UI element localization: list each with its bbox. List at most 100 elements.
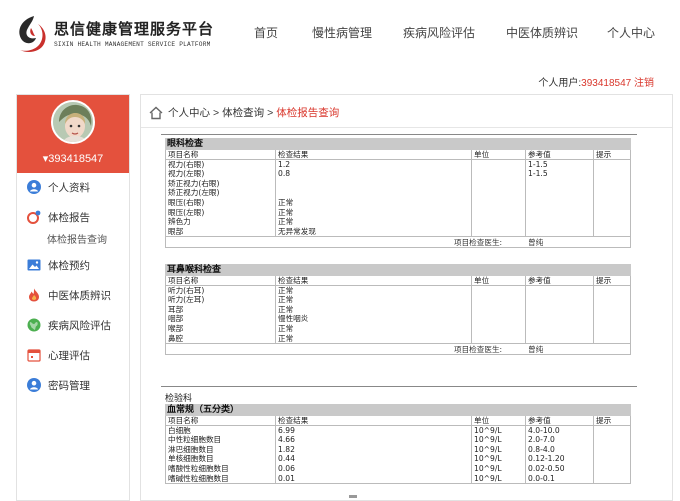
table-cell <box>526 178 594 189</box>
column-header: 提示 <box>596 276 612 285</box>
eye-rows: 视力(右眼) 1.2 1-1.5 视力(左眼) 0.8 1-1.5 矫正视力(右眼) 矫正视力… <box>166 159 632 237</box>
nav-risk-assessment[interactable]: 疾病风险评估 <box>403 24 475 41</box>
dept-divider <box>161 134 637 135</box>
table-cell: 正常 <box>276 285 472 296</box>
nav-home[interactable]: 首页 <box>254 24 278 41</box>
table-row: 白细胞 6.99 10^9/L 4.0-10.0 <box>166 425 630 436</box>
sidebar-item-label: 个人资料 <box>48 181 90 194</box>
table-cell: 白细胞 <box>166 425 276 436</box>
calendar-icon <box>27 349 41 362</box>
table-cell: 视力(左眼) <box>166 169 276 179</box>
exam-grid: 项目名称 检查结果 单位 参考值 提示 视力(右眼) 1.2 1-1.5 视力(左眼)… <box>165 150 632 249</box>
sidebar-item-password[interactable]: 密码管理 <box>27 377 90 393</box>
doctor-name: 曾纯 <box>528 238 544 248</box>
column-header: 检查结果 <box>276 416 472 425</box>
blood-rows: 白细胞 6.99 10^9/L 4.0-10.0 中性粒细胞数目 4.66 10^9/L 2.… <box>166 425 632 484</box>
table-cell: 1.82 <box>276 444 472 455</box>
avatar[interactable] <box>51 100 95 144</box>
user-lock-icon <box>27 378 41 392</box>
table-header-row: 项目名称 检查结果 单位 参考值 提示 <box>166 416 630 426</box>
sidebar-item-psych[interactable]: 心理评估 <box>27 347 90 363</box>
table-cell: 1-1.5 <box>526 159 594 170</box>
column-header: 项目名称 <box>166 416 276 425</box>
breadcrumb-separator: > <box>267 106 274 119</box>
sidebar-item-profile[interactable]: 个人资料 <box>27 179 90 195</box>
table-cell: 1-1.5 <box>526 169 594 179</box>
sidebar-username[interactable]: ▾393418547 <box>17 152 129 165</box>
table-row: 咽部 慢性咽炎 <box>166 314 630 324</box>
sidebar-item-appointment[interactable]: 体检预约 <box>27 257 90 273</box>
user-id: 393418547 <box>581 78 632 89</box>
doctor-row: 项目检查医生: 曾纯 <box>166 343 630 354</box>
table-row: 中性粒细胞数目 4.66 10^9/L 2.0-7.0 <box>166 435 630 445</box>
table-cell <box>526 323 594 334</box>
column-header: 检查结果 <box>276 276 472 285</box>
nav-chronic-disease[interactable]: 慢性病管理 <box>312 24 372 41</box>
table-cell <box>472 295 526 305</box>
logout-link[interactable]: 注销 <box>634 78 654 89</box>
table-cell: 正常 <box>276 333 472 344</box>
table-cell <box>526 197 594 208</box>
table-cell <box>594 179 632 189</box>
exam-grid: 项目名称 检查结果 单位 参考值 提示 听力(右耳) 正常 听力(左耳) 正常 耳部 正常… <box>165 276 632 356</box>
column-header: 提示 <box>596 416 612 425</box>
table-cell <box>594 188 632 198</box>
table-row: 视力(左眼) 0.8 1-1.5 <box>166 169 630 179</box>
home-icon[interactable] <box>149 106 163 120</box>
table-cell: 0.0-0.1 <box>526 473 594 484</box>
report-viewer[interactable]: 眼科检查 项目名称 检查结果 单位 参考值 提示 视力(右眼) 1.2 1-1.5 视… <box>141 128 672 500</box>
main-nav: 首页 慢性病管理 疾病风险评估 中医体质辨识 个人中心 <box>0 24 680 44</box>
table-cell <box>594 334 632 344</box>
user-bar: 个人用户:393418547 注销 <box>538 74 654 89</box>
table-cell <box>472 169 526 179</box>
exam-table-ent: 耳鼻喉科检查 项目名称 检查结果 单位 参考值 提示 听力(右耳) 正常 听力(左耳… <box>165 264 632 356</box>
table-cell <box>594 227 632 237</box>
ent-rows: 听力(右耳) 正常 听力(左耳) 正常 耳部 正常 咽部 慢性咽炎 喉部 正常 鼻腔 正常 <box>166 285 632 344</box>
sidebar-item-tcm[interactable]: 中医体质辨识 <box>27 287 111 303</box>
table-row: 淋巴细胞数目 1.82 10^9/L 0.8-4.0 <box>166 444 632 455</box>
table-row: 矫正视力(左眼) <box>166 188 630 198</box>
table-cell: 矫正视力(左眼) <box>166 188 276 198</box>
table-row: 视力(右眼) 1.2 1-1.5 <box>166 159 630 170</box>
user-icon <box>27 180 41 194</box>
table-cell <box>472 159 526 170</box>
table-cell <box>594 445 632 455</box>
nav-personal-center[interactable]: 个人中心 <box>607 24 655 41</box>
sidebar-item-risk[interactable]: 疾病风险评估 <box>27 317 111 333</box>
table-cell <box>472 323 526 334</box>
sidebar-item-report[interactable]: 体检报告 <box>27 209 90 225</box>
table-cell: 眼压(右眼) <box>166 197 276 208</box>
table-cell: 0.8 <box>276 169 472 179</box>
table-cell <box>472 226 526 237</box>
sidebar-item-label: 心理评估 <box>48 349 90 362</box>
globe-icon <box>27 318 41 332</box>
table-cell <box>526 226 594 237</box>
sidebar-item-label: 中医体质辨识 <box>48 289 111 302</box>
exam-section-title: 血常规（五分类） <box>165 404 631 416</box>
table-cell <box>472 207 526 218</box>
table-cell: 耳部 <box>166 304 276 315</box>
breadcrumb-item[interactable]: 体检查询 <box>222 105 264 120</box>
table-cell: 鼻腔 <box>166 333 276 344</box>
sidebar-subitem-report-query[interactable]: 体检报告查询 <box>47 231 107 246</box>
table-cell: 0.01 <box>276 473 472 484</box>
column-header: 参考值 <box>526 276 594 285</box>
table-cell: 矫正视力(右眼) <box>166 178 276 189</box>
table-cell: 嗜碱性粒细胞数目 <box>166 473 276 484</box>
breadcrumb-item[interactable]: 个人中心 <box>168 105 210 120</box>
exam-section-title: 耳鼻喉科检查 <box>165 264 631 276</box>
table-cell: 辨色力 <box>166 217 276 227</box>
column-header: 单位 <box>472 150 526 159</box>
table-cell: 6.99 <box>276 425 472 436</box>
nav-tcm-constitution[interactable]: 中医体质辨识 <box>506 24 578 41</box>
dept-title: 检验科 <box>165 394 193 404</box>
table-cell <box>472 333 526 344</box>
table-cell: 0.44 <box>276 454 472 464</box>
table-cell <box>526 304 594 315</box>
sidebar-item-label: 密码管理 <box>48 379 90 392</box>
table-cell: 正常 <box>276 207 472 218</box>
table-cell <box>276 178 472 189</box>
table-cell: 0.02-0.50 <box>526 463 594 474</box>
table-cell: 10^9/L <box>472 444 526 455</box>
scroll-handle[interactable] <box>349 495 357 498</box>
